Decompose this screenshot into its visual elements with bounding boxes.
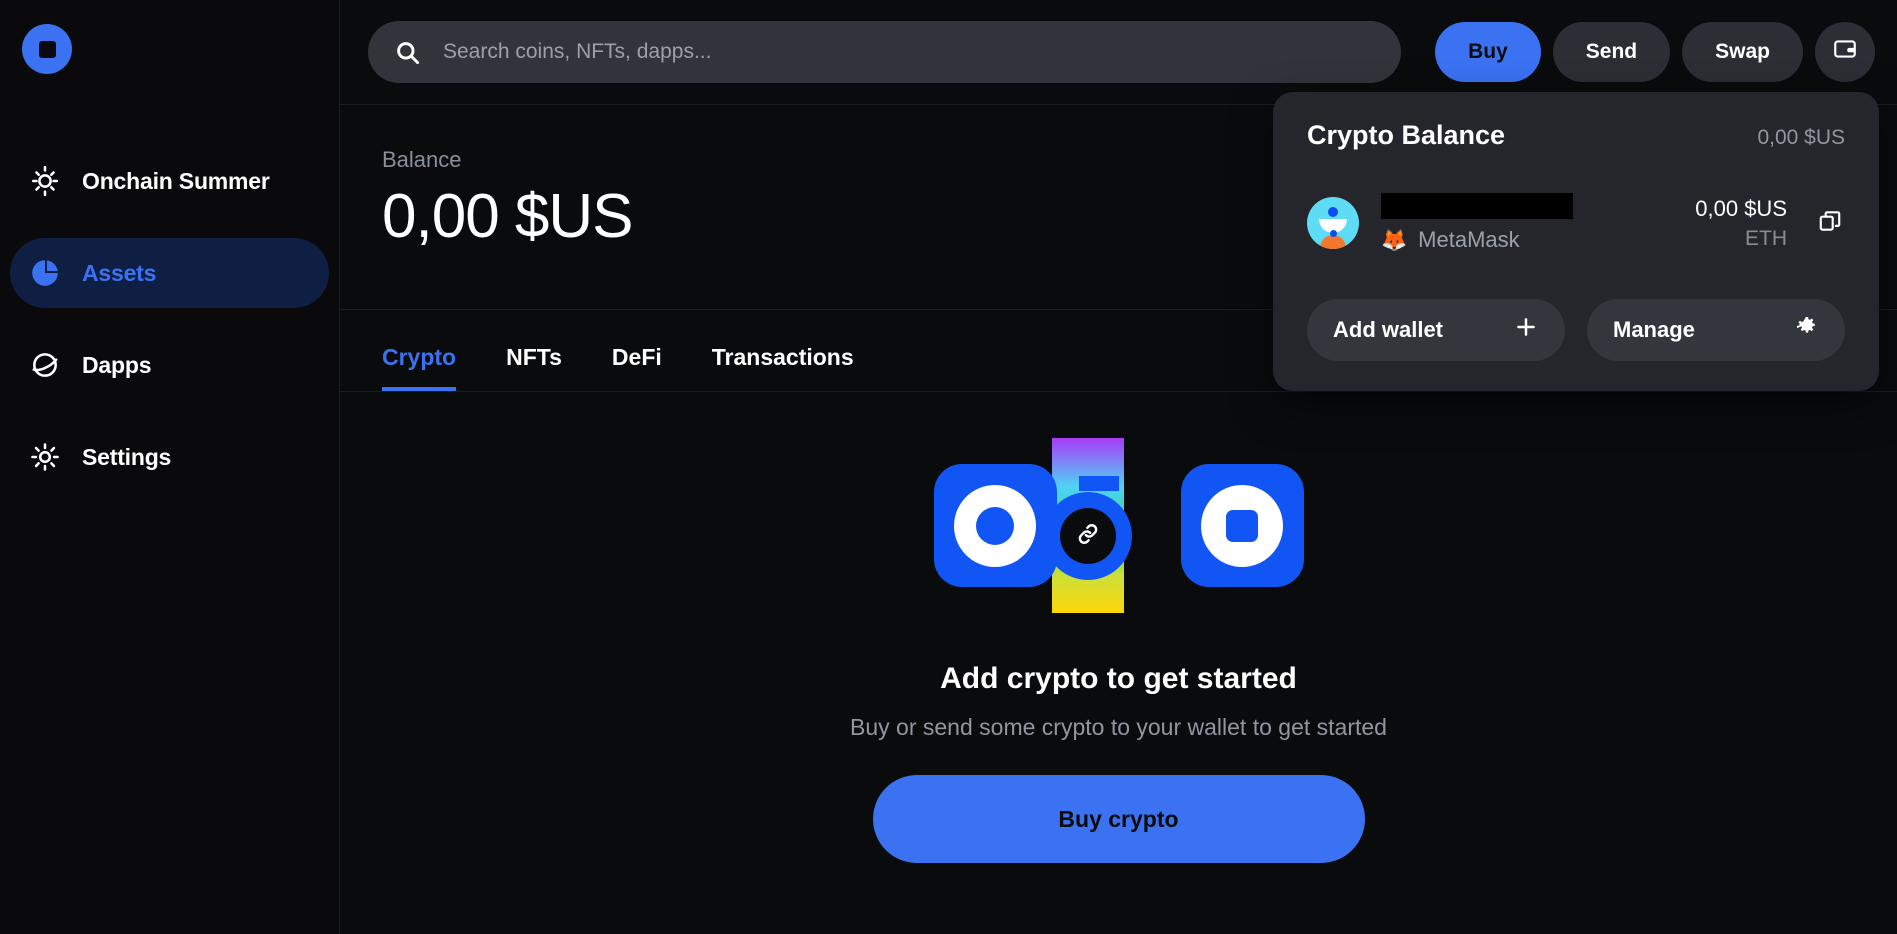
plus-icon — [1513, 314, 1539, 346]
sidebar-item-label: Onchain Summer — [82, 167, 270, 194]
link-icon — [1075, 521, 1101, 552]
wallet-provider-label: MetaMask — [1418, 227, 1520, 252]
coinbase-notch — [1078, 476, 1119, 491]
sidebar-item-label: Dapps — [82, 351, 152, 378]
tab-defi[interactable]: DeFi — [612, 344, 662, 391]
wallet-balance: 0,00 $US ETH — [1695, 196, 1787, 251]
panel-total-balance: 0,00 $US — [1757, 126, 1845, 149]
search-input[interactable] — [443, 40, 1376, 64]
gear-icon — [24, 436, 66, 478]
empty-state-title: Add crypto to get started — [940, 662, 1297, 695]
panel-title: Crypto Balance — [1307, 120, 1506, 150]
manage-label: Manage — [1613, 317, 1695, 342]
search-icon — [394, 39, 421, 66]
link-badge-inner — [1059, 508, 1116, 564]
sidebar-item-dapps[interactable]: Dapps — [10, 330, 329, 400]
manage-wallets-button[interactable]: Manage — [1587, 299, 1845, 361]
search-bar[interactable] — [368, 21, 1402, 83]
wallet-button[interactable] — [1815, 22, 1875, 82]
empty-state: Add crypto to get started Buy or send so… — [340, 392, 1897, 863]
gear-icon — [1795, 315, 1819, 345]
copy-address-button[interactable] — [1815, 208, 1845, 239]
app-logo[interactable] — [0, 24, 339, 74]
planet-icon — [24, 344, 66, 386]
buy-crypto-button[interactable]: Buy crypto — [872, 775, 1365, 863]
sidebar-item-label: Assets — [82, 259, 157, 286]
send-button[interactable]: Send — [1552, 22, 1671, 82]
coinbase-logo-icon — [933, 464, 1057, 587]
wallet-icon — [1832, 36, 1858, 68]
wallet-provider: 🦊 MetaMask — [1381, 227, 1695, 253]
panel-header: Crypto Balance 0,00 $US — [1307, 120, 1845, 151]
copy-icon — [1817, 208, 1843, 239]
link-badge — [1043, 492, 1132, 580]
swap-button[interactable]: Swap — [1682, 22, 1803, 82]
avatar-pin — [1330, 230, 1337, 237]
buy-button[interactable]: Buy — [1435, 22, 1541, 82]
add-wallet-label: Add wallet — [1333, 317, 1444, 342]
wallet-square — [1226, 509, 1258, 542]
pie-chart-icon — [24, 252, 66, 294]
wallet-address-redacted — [1381, 193, 1573, 219]
panel-actions: Add wallet Manage — [1307, 299, 1845, 361]
sidebar: Onchain Summer Assets Dapps Settings — [0, 0, 340, 934]
sidebar-item-assets[interactable]: Assets — [10, 238, 329, 308]
wallet-list-item[interactable]: 🦊 MetaMask 0,00 $US ETH — [1307, 193, 1845, 253]
user-avatar-icon — [1307, 197, 1359, 249]
crypto-balance-panel: Crypto Balance 0,00 $US 🦊 MetaMask 0,00 … — [1273, 92, 1879, 391]
add-wallet-button[interactable]: Add wallet — [1307, 299, 1565, 361]
coinbase-dot — [976, 506, 1014, 545]
top-bar: Buy Send Swap — [340, 0, 1897, 105]
tab-transactions[interactable]: Transactions — [712, 344, 854, 391]
empty-state-subtitle: Buy or send some crypto to your wallet t… — [850, 714, 1387, 740]
sun-icon — [24, 160, 66, 202]
coinbase-ring — [954, 484, 1036, 567]
avatar-head — [1328, 207, 1338, 217]
tab-crypto[interactable]: Crypto — [382, 344, 457, 391]
wallet-symbol: ETH — [1745, 226, 1787, 250]
metamask-fox-icon: 🦊 — [1381, 228, 1408, 252]
app-root: Onchain Summer Assets Dapps Settings Sea… — [0, 0, 1897, 934]
tab-nfts[interactable]: NFTs — [506, 344, 562, 391]
sidebar-item-settings[interactable]: Settings — [10, 422, 329, 492]
coinbase-wallet-logo-icon — [22, 24, 72, 74]
wallet-ring — [1201, 484, 1283, 567]
logo-square — [38, 40, 56, 58]
wallet-amount: 0,00 $US — [1695, 195, 1787, 221]
empty-state-illustration — [933, 438, 1304, 628]
sidebar-item-label: Settings — [82, 443, 172, 470]
avatar-body — [1320, 235, 1346, 249]
main-content: Buy Send Swap Balance 0,00 $US Crypto NF… — [340, 0, 1897, 934]
sidebar-item-onchain-summer[interactable]: Onchain Summer — [10, 146, 329, 216]
coinbase-wallet-logo-icon — [1180, 464, 1304, 587]
wallet-info: 🦊 MetaMask — [1381, 193, 1695, 253]
sidebar-nav: Onchain Summer Assets Dapps Settings — [0, 146, 339, 492]
